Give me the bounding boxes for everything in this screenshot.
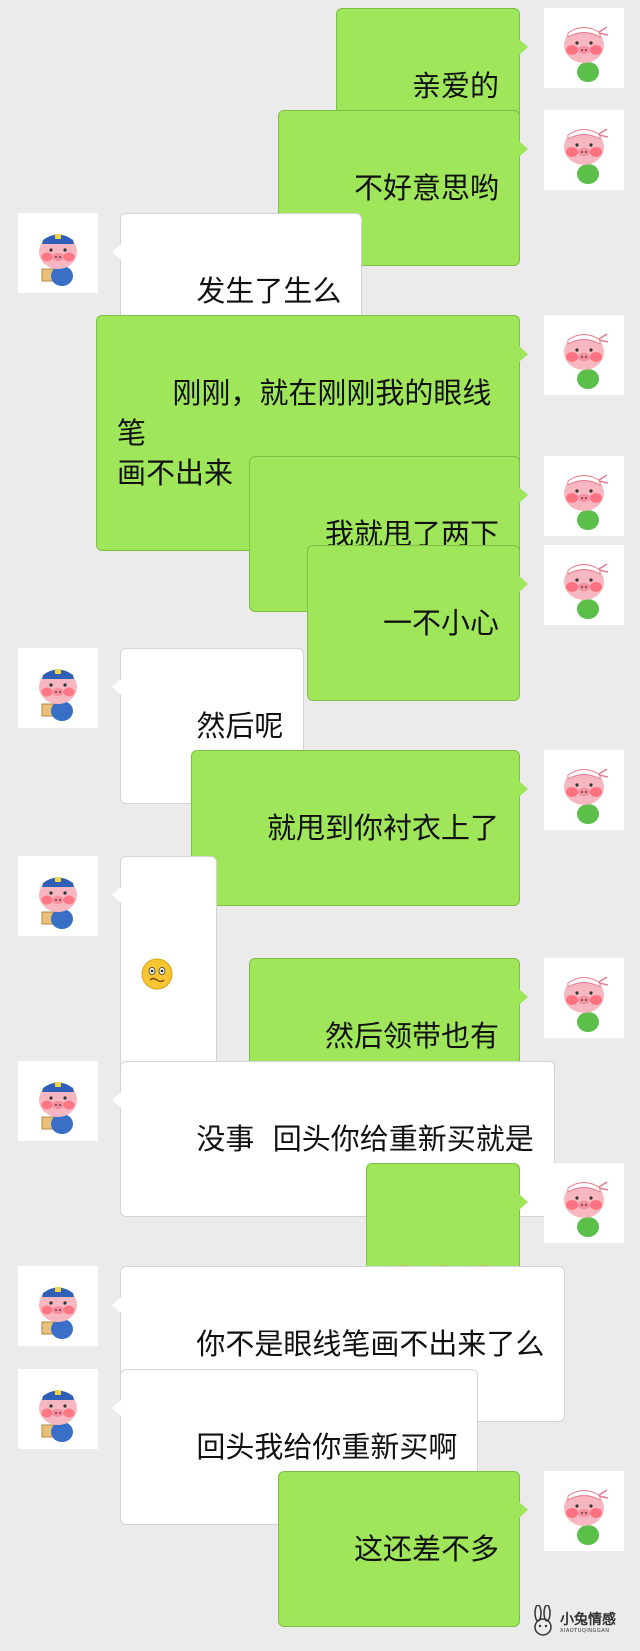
pig-headband-avatar-icon (544, 315, 624, 395)
contact-avatar[interactable] (18, 1369, 98, 1449)
my-avatar[interactable] (544, 1471, 624, 1551)
pig-mailman-avatar-icon (18, 1266, 98, 1346)
my-avatar[interactable] (544, 750, 624, 830)
contact-avatar[interactable] (18, 856, 98, 936)
my-avatar[interactable] (544, 110, 624, 190)
message-text: 回头我给你重新买啊 (196, 1430, 458, 1464)
contact-avatar[interactable] (18, 213, 98, 293)
my-avatar[interactable] (544, 8, 624, 88)
pig-mailman-avatar-icon (18, 1061, 98, 1141)
message-text: 不好意思哟 (353, 171, 499, 205)
watermark-text: 小兔情感 (560, 1611, 616, 1628)
watermark: 小兔情感 XIAOTUQINGGAN (530, 1599, 634, 1647)
pig-mailman-avatar-icon (18, 1369, 98, 1449)
message-bubble[interactable]: 就甩到你衬衣上了 (190, 750, 529, 906)
message-text: 然后领带也有 (324, 1019, 499, 1053)
pig-headband-avatar-icon (544, 1163, 624, 1243)
my-avatar[interactable] (544, 315, 624, 395)
message-text: 然后呢 (196, 709, 284, 743)
awkward-face-emoji-icon (141, 958, 173, 990)
message-text: 亲爱的 (411, 69, 499, 103)
message-text: 发生了生么 (196, 274, 342, 308)
rabbit-logo-icon (534, 1605, 552, 1636)
emoji-row (141, 954, 196, 994)
pig-headband-avatar-icon (544, 110, 624, 190)
contact-avatar[interactable] (18, 1266, 98, 1346)
message-text: 你不是眼线笔画不出来了么 (196, 1327, 545, 1361)
message-bubble[interactable] (111, 856, 218, 1092)
my-avatar[interactable] (544, 456, 624, 536)
message-text: 一不小心 (382, 606, 499, 640)
message-text: 没事 回头你给重新买就是 (196, 1122, 534, 1156)
message-bubble[interactable]: 一不小心 (306, 545, 529, 701)
message-bubble[interactable]: 这还差不多 (277, 1471, 529, 1627)
contact-avatar[interactable] (18, 648, 98, 728)
my-avatar[interactable] (544, 545, 624, 625)
pig-mailman-avatar-icon (18, 213, 98, 293)
chat-log: 亲爱的 不好意思哟 发生了生么 刚刚，就在刚刚我的眼线笔 画不出来 我就甩了两下 (0, 0, 640, 1651)
my-avatar[interactable] (544, 958, 624, 1038)
pig-headband-avatar-icon (544, 958, 624, 1038)
pig-mailman-avatar-icon (18, 648, 98, 728)
pig-headband-avatar-icon (544, 545, 624, 625)
pig-headband-avatar-icon (544, 456, 624, 536)
pig-headband-avatar-icon (544, 750, 624, 830)
message-text: 这还差不多 (353, 1532, 499, 1566)
message-text: 就甩到你衬衣上了 (266, 811, 499, 845)
watermark-subtext: XIAOTUQINGGAN (560, 1627, 610, 1634)
my-avatar[interactable] (544, 1163, 624, 1243)
contact-avatar[interactable] (18, 1061, 98, 1141)
watermark-text-block: 小兔情感 XIAOTUQINGGAN (560, 1613, 616, 1634)
pig-headband-avatar-icon (544, 8, 624, 88)
pig-headband-avatar-icon (544, 1471, 624, 1551)
pig-mailman-avatar-icon (18, 856, 98, 936)
